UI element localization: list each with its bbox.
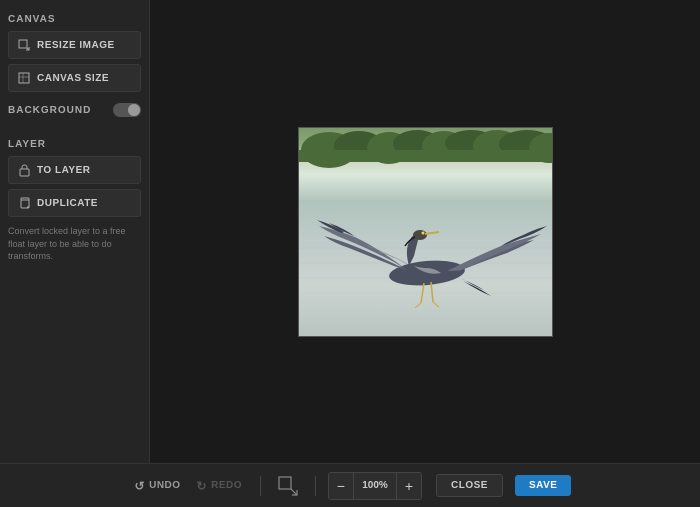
image-container	[298, 127, 553, 337]
divider-2	[315, 476, 316, 496]
heron-image	[299, 128, 553, 337]
undo-icon: ↺	[135, 479, 146, 493]
canvas-section-title: CANVAS	[8, 14, 141, 25]
resize-icon	[17, 38, 31, 52]
duplicate-icon	[17, 196, 31, 210]
zoom-group: − 100% +	[328, 472, 422, 500]
duplicate-button[interactable]: DUPLICATE	[8, 189, 141, 217]
background-toggle[interactable]	[113, 103, 141, 117]
undo-label: UNDO	[149, 480, 180, 491]
duplicate-label: DUPLICATE	[37, 198, 98, 209]
canvas-area	[150, 0, 700, 463]
background-row: BACKGROUND	[8, 103, 141, 117]
divider-1	[260, 476, 261, 496]
lock-icon	[17, 163, 31, 177]
to-layer-button[interactable]: TO LAYER	[8, 156, 141, 184]
resize-toolbar-icon	[277, 475, 299, 497]
layer-section-title: LAYER	[8, 139, 141, 150]
resize-image-label: RESIZE IMAGE	[37, 40, 115, 51]
undo-redo-group: ↺ UNDO ↻ REDO	[129, 475, 248, 497]
main-area: CANVAS RESIZE IMAGE CANVAS SIZE	[0, 0, 700, 463]
save-label: SAVE	[529, 480, 558, 491]
redo-label: REDO	[211, 480, 242, 491]
close-label: CLOSE	[451, 480, 488, 491]
canvas-size-label: CANVAS SIZE	[37, 73, 109, 84]
zoom-display: 100%	[353, 473, 397, 499]
toolbar: ↺ UNDO ↻ REDO − 100% + CLOSE SAVE	[0, 463, 700, 507]
redo-button[interactable]: ↻ REDO	[191, 475, 248, 497]
canvas-size-icon	[17, 71, 31, 85]
layer-section: LAYER TO LAYER DUPLICATE	[8, 135, 141, 263]
redo-icon: ↻	[197, 479, 208, 493]
background-label: BACKGROUND	[8, 105, 91, 116]
resize-image-button[interactable]: RESIZE IMAGE	[8, 31, 141, 59]
zoom-out-button[interactable]: −	[329, 473, 353, 499]
zoom-in-button[interactable]: +	[397, 473, 421, 499]
undo-button[interactable]: ↺ UNDO	[129, 475, 187, 497]
hint-text: Convert locked layer to a free float lay…	[8, 225, 141, 263]
close-button[interactable]: CLOSE	[436, 474, 503, 497]
to-layer-label: TO LAYER	[37, 165, 90, 176]
sidebar: CANVAS RESIZE IMAGE CANVAS SIZE	[0, 0, 150, 463]
canvas-size-button[interactable]: CANVAS SIZE	[8, 64, 141, 92]
save-button[interactable]: SAVE	[515, 475, 572, 496]
